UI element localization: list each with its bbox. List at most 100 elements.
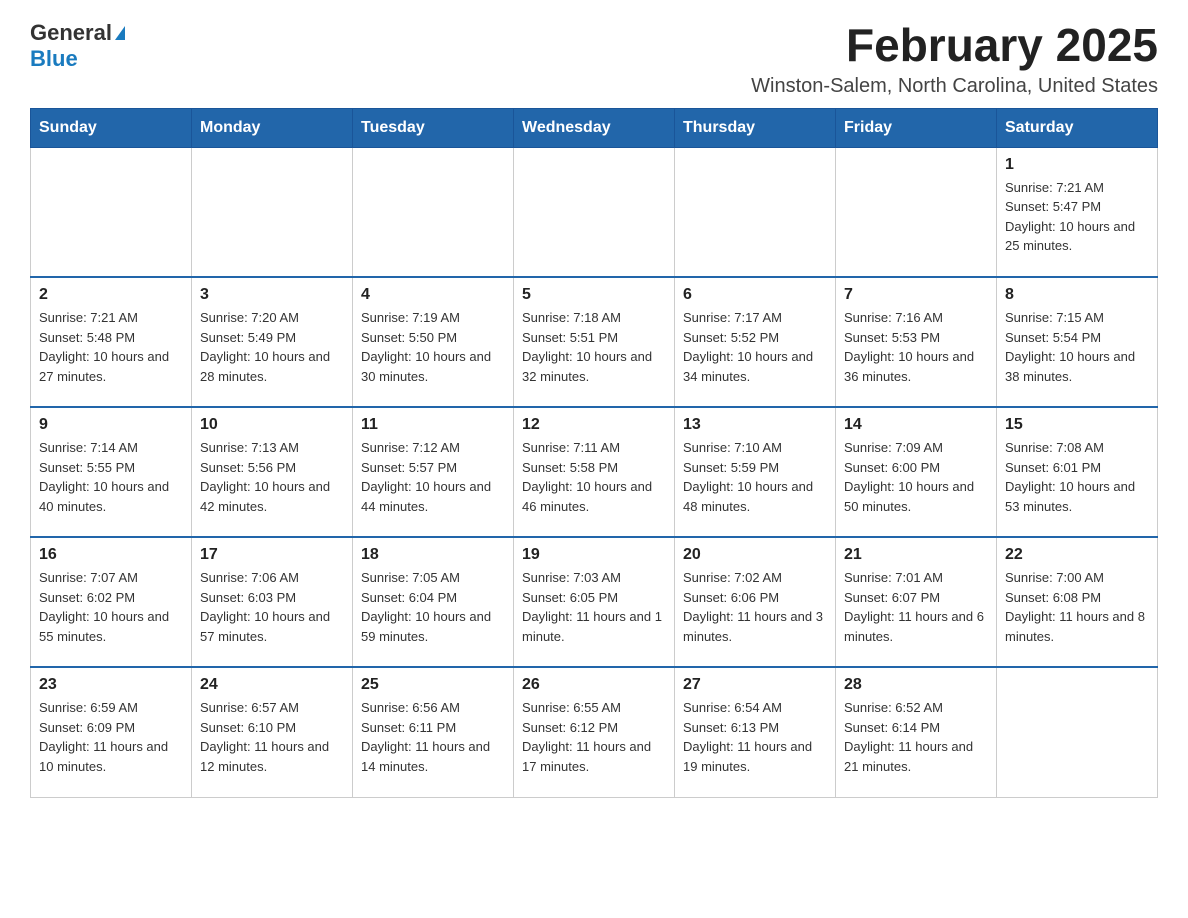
day-info: Sunrise: 7:20 AM Sunset: 5:49 PM Dayligh… [200, 308, 344, 386]
day-number: 21 [844, 546, 988, 564]
day-info: Sunrise: 7:21 AM Sunset: 5:47 PM Dayligh… [1005, 178, 1149, 256]
calendar-week-row: 23 Sunrise: 6:59 AM Sunset: 6:09 PM Dayli… [31, 667, 1158, 797]
column-header-sunday: Sunday [31, 108, 192, 147]
calendar-header-row: SundayMondayTuesdayWednesdayThursdayFrid… [31, 108, 1158, 147]
calendar-cell: 16 Sunrise: 7:07 AM Sunset: 6:02 PM Dayli… [31, 537, 192, 667]
day-info: Sunrise: 7:07 AM Sunset: 6:02 PM Dayligh… [39, 568, 183, 646]
calendar-cell: 12 Sunrise: 7:11 AM Sunset: 5:58 PM Dayli… [514, 407, 675, 537]
day-number: 23 [39, 676, 183, 694]
day-info: Sunrise: 6:52 AM Sunset: 6:14 PM Dayligh… [844, 698, 988, 776]
day-info: Sunrise: 7:00 AM Sunset: 6:08 PM Dayligh… [1005, 568, 1149, 646]
calendar-cell: 20 Sunrise: 7:02 AM Sunset: 6:06 PM Dayli… [675, 537, 836, 667]
day-number: 2 [39, 286, 183, 304]
day-number: 28 [844, 676, 988, 694]
day-info: Sunrise: 7:13 AM Sunset: 5:56 PM Dayligh… [200, 438, 344, 516]
day-number: 11 [361, 416, 505, 434]
header: General Blue February 2025 Winston-Salem… [30, 20, 1158, 98]
month-year-title: February 2025 [751, 20, 1158, 71]
day-info: Sunrise: 7:08 AM Sunset: 6:01 PM Dayligh… [1005, 438, 1149, 516]
day-info: Sunrise: 7:06 AM Sunset: 6:03 PM Dayligh… [200, 568, 344, 646]
column-header-monday: Monday [192, 108, 353, 147]
column-header-friday: Friday [836, 108, 997, 147]
day-info: Sunrise: 7:12 AM Sunset: 5:57 PM Dayligh… [361, 438, 505, 516]
day-number: 19 [522, 546, 666, 564]
day-info: Sunrise: 7:17 AM Sunset: 5:52 PM Dayligh… [683, 308, 827, 386]
day-info: Sunrise: 7:11 AM Sunset: 5:58 PM Dayligh… [522, 438, 666, 516]
logo-triangle-icon [115, 26, 125, 40]
column-header-saturday: Saturday [997, 108, 1158, 147]
day-number: 17 [200, 546, 344, 564]
day-info: Sunrise: 7:10 AM Sunset: 5:59 PM Dayligh… [683, 438, 827, 516]
day-info: Sunrise: 6:59 AM Sunset: 6:09 PM Dayligh… [39, 698, 183, 776]
day-info: Sunrise: 7:16 AM Sunset: 5:53 PM Dayligh… [844, 308, 988, 386]
calendar-week-row: 9 Sunrise: 7:14 AM Sunset: 5:55 PM Daylig… [31, 407, 1158, 537]
day-number: 16 [39, 546, 183, 564]
day-info: Sunrise: 6:54 AM Sunset: 6:13 PM Dayligh… [683, 698, 827, 776]
calendar-cell: 5Sunrise: 7:18 AM Sunset: 5:51 PM Daylig… [514, 277, 675, 407]
calendar-cell: 18 Sunrise: 7:05 AM Sunset: 6:04 PM Dayli… [353, 537, 514, 667]
calendar-cell [836, 147, 997, 277]
day-number: 25 [361, 676, 505, 694]
location-subtitle: Winston-Salem, North Carolina, United St… [751, 75, 1158, 98]
calendar-cell: 1Sunrise: 7:21 AM Sunset: 5:47 PM Daylig… [997, 147, 1158, 277]
calendar-cell [353, 147, 514, 277]
day-info: Sunrise: 7:03 AM Sunset: 6:05 PM Dayligh… [522, 568, 666, 646]
day-number: 15 [1005, 416, 1149, 434]
column-header-thursday: Thursday [675, 108, 836, 147]
calendar-cell [997, 667, 1158, 797]
calendar-cell: 15 Sunrise: 7:08 AM Sunset: 6:01 PM Dayli… [997, 407, 1158, 537]
calendar-cell: 19 Sunrise: 7:03 AM Sunset: 6:05 PM Dayli… [514, 537, 675, 667]
logo: General Blue [30, 20, 125, 72]
calendar-cell [192, 147, 353, 277]
day-number: 24 [200, 676, 344, 694]
calendar-cell: 2 Sunrise: 7:21 AM Sunset: 5:48 PM Daylig… [31, 277, 192, 407]
title-area: February 2025 Winston-Salem, North Carol… [751, 20, 1158, 98]
calendar-cell: 14Sunrise: 7:09 AM Sunset: 6:00 PM Dayli… [836, 407, 997, 537]
day-number: 22 [1005, 546, 1149, 564]
day-info: Sunrise: 7:14 AM Sunset: 5:55 PM Dayligh… [39, 438, 183, 516]
calendar-week-row: 2 Sunrise: 7:21 AM Sunset: 5:48 PM Daylig… [31, 277, 1158, 407]
calendar-cell: 11 Sunrise: 7:12 AM Sunset: 5:57 PM Dayli… [353, 407, 514, 537]
calendar-cell: 6 Sunrise: 7:17 AM Sunset: 5:52 PM Daylig… [675, 277, 836, 407]
calendar-cell [675, 147, 836, 277]
day-info: Sunrise: 7:02 AM Sunset: 6:06 PM Dayligh… [683, 568, 827, 646]
calendar-cell: 27 Sunrise: 6:54 AM Sunset: 6:13 PM Dayli… [675, 667, 836, 797]
calendar-cell: 25 Sunrise: 6:56 AM Sunset: 6:11 PM Dayli… [353, 667, 514, 797]
day-number: 4 [361, 286, 505, 304]
day-number: 18 [361, 546, 505, 564]
day-number: 26 [522, 676, 666, 694]
calendar-cell: 17 Sunrise: 7:06 AM Sunset: 6:03 PM Dayli… [192, 537, 353, 667]
calendar-cell: 23 Sunrise: 6:59 AM Sunset: 6:09 PM Dayli… [31, 667, 192, 797]
day-number: 8 [1005, 286, 1149, 304]
day-info: Sunrise: 7:18 AM Sunset: 5:51 PM Dayligh… [522, 308, 666, 386]
day-number: 12 [522, 416, 666, 434]
day-number: 20 [683, 546, 827, 564]
day-number: 14 [844, 416, 988, 434]
calendar-cell: 7 Sunrise: 7:16 AM Sunset: 5:53 PM Daylig… [836, 277, 997, 407]
day-number: 6 [683, 286, 827, 304]
calendar-cell [31, 147, 192, 277]
day-info: Sunrise: 7:15 AM Sunset: 5:54 PM Dayligh… [1005, 308, 1149, 386]
day-info: Sunrise: 6:57 AM Sunset: 6:10 PM Dayligh… [200, 698, 344, 776]
calendar-cell: 3 Sunrise: 7:20 AM Sunset: 5:49 PM Daylig… [192, 277, 353, 407]
logo-general-text: General [30, 20, 112, 46]
calendar-cell: 28 Sunrise: 6:52 AM Sunset: 6:14 PM Dayli… [836, 667, 997, 797]
day-info: Sunrise: 6:56 AM Sunset: 6:11 PM Dayligh… [361, 698, 505, 776]
calendar-cell: 9 Sunrise: 7:14 AM Sunset: 5:55 PM Daylig… [31, 407, 192, 537]
day-number: 13 [683, 416, 827, 434]
calendar-week-row: 1Sunrise: 7:21 AM Sunset: 5:47 PM Daylig… [31, 147, 1158, 277]
calendar-cell [514, 147, 675, 277]
day-info: Sunrise: 7:21 AM Sunset: 5:48 PM Dayligh… [39, 308, 183, 386]
calendar-cell: 8 Sunrise: 7:15 AM Sunset: 5:54 PM Daylig… [997, 277, 1158, 407]
day-number: 10 [200, 416, 344, 434]
day-info: Sunrise: 7:05 AM Sunset: 6:04 PM Dayligh… [361, 568, 505, 646]
calendar-cell: 4Sunrise: 7:19 AM Sunset: 5:50 PM Daylig… [353, 277, 514, 407]
calendar-cell: 13 Sunrise: 7:10 AM Sunset: 5:59 PM Dayli… [675, 407, 836, 537]
day-number: 9 [39, 416, 183, 434]
day-number: 27 [683, 676, 827, 694]
day-number: 7 [844, 286, 988, 304]
calendar-cell: 22 Sunrise: 7:00 AM Sunset: 6:08 PM Dayli… [997, 537, 1158, 667]
column-header-wednesday: Wednesday [514, 108, 675, 147]
calendar-cell: 10 Sunrise: 7:13 AM Sunset: 5:56 PM Dayli… [192, 407, 353, 537]
day-number: 3 [200, 286, 344, 304]
